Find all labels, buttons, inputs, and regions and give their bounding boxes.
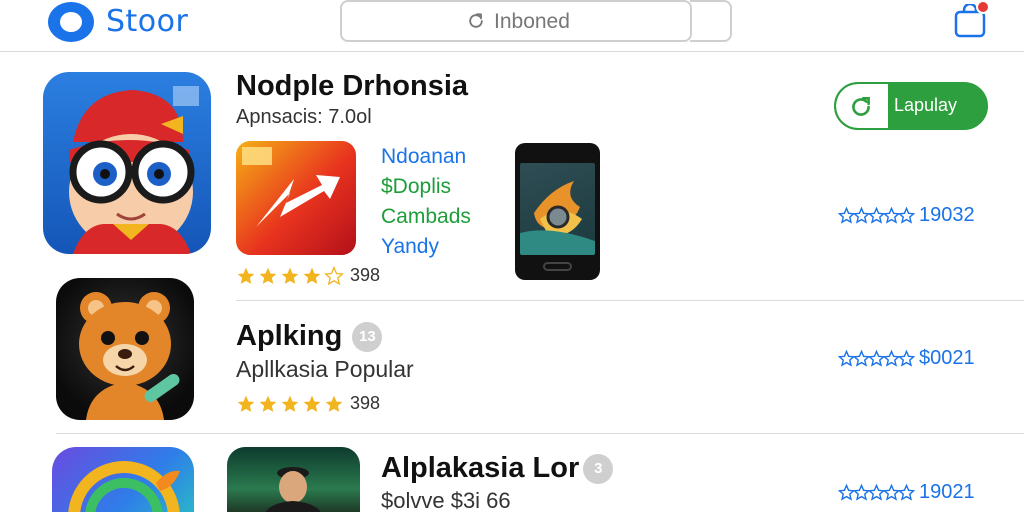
arrow-app-icon[interactable] — [236, 141, 356, 255]
link-item[interactable]: Ndoanan — [381, 142, 471, 172]
ring-icon — [68, 461, 180, 512]
refresh-icon — [852, 97, 870, 116]
app-rating: 19021 — [838, 481, 975, 504]
person-icon — [265, 467, 321, 512]
bear-icon — [79, 292, 180, 420]
install-button[interactable]: Lapulay — [834, 82, 988, 130]
top-bar: Stoor Inboned — [0, 0, 1024, 52]
store-logo-text[interactable]: Stoor — [106, 4, 188, 39]
app-title[interactable]: Alplakasia Lor 3 — [381, 452, 614, 485]
star-icon — [281, 395, 299, 412]
featured-star-count: 398 — [350, 265, 381, 285]
refresh-icon — [469, 13, 483, 28]
app-star-count: 398 — [350, 393, 381, 413]
arrow-icon — [242, 147, 340, 227]
star-icon — [898, 207, 915, 224]
featured-rating: 19032 — [838, 204, 975, 227]
row-divider — [56, 433, 1024, 434]
featured-links: Ndoanan $Doplis Cambads Yandy — [381, 142, 471, 262]
store-logo-icon[interactable] — [48, 2, 94, 42]
rating-stars — [838, 350, 915, 367]
phone-screenshot[interactable] — [515, 143, 600, 280]
star-icon — [281, 267, 299, 284]
flame-icon — [520, 181, 595, 255]
app-subtitle: $olvve $3i 66 — [381, 488, 511, 512]
star-outline-icon — [324, 265, 344, 285]
star-icon — [259, 395, 277, 412]
bear-app-icon[interactable] — [56, 278, 194, 420]
app-subtitle: Apllkasia Popular — [236, 356, 414, 382]
search-placeholder: Inboned — [494, 10, 570, 33]
featured-app-icon[interactable] — [43, 72, 211, 254]
featured-stars: 398 — [236, 265, 380, 286]
star-icon — [237, 395, 255, 412]
app-stars: 398 — [236, 393, 380, 414]
search-extension-button[interactable] — [690, 0, 732, 42]
star-icon — [325, 395, 343, 412]
notification-dot — [976, 0, 990, 14]
star-icon — [898, 350, 915, 367]
link-item[interactable]: Cambads — [381, 202, 471, 232]
character-glasses-icon — [69, 86, 199, 254]
ring-app-icon[interactable] — [52, 447, 194, 512]
app-title[interactable]: Aplking 13 — [236, 320, 383, 353]
star-icon — [303, 267, 321, 284]
person-app-icon[interactable] — [227, 447, 360, 512]
rating-text: $0021 — [919, 347, 975, 369]
star-icon — [303, 395, 321, 412]
count-badge: 13 — [352, 322, 383, 353]
link-item[interactable]: $Doplis — [381, 172, 471, 202]
app-title-text: Alplakasia Lor — [381, 452, 580, 484]
rating-stars — [838, 207, 915, 224]
star-icon — [898, 484, 915, 501]
rating-stars — [838, 484, 915, 501]
app-title-text: Aplking — [236, 320, 343, 352]
link-item[interactable]: Yandy — [381, 232, 471, 262]
row-divider — [236, 300, 1024, 301]
rating-text: 19021 — [919, 481, 975, 503]
rating-text: 19032 — [919, 204, 975, 226]
featured-app-subtitle: Apnsacis: 7.0ol — [236, 106, 372, 128]
search-input[interactable]: Inboned — [340, 0, 692, 42]
count-badge: 3 — [583, 454, 614, 485]
star-icon — [237, 267, 255, 284]
install-button-label: Lapulay — [894, 95, 958, 115]
featured-app-title[interactable]: Nodple Drhonsia — [236, 70, 468, 103]
app-rating: $0021 — [838, 347, 975, 370]
home-button — [543, 262, 572, 271]
star-icon — [259, 267, 277, 284]
